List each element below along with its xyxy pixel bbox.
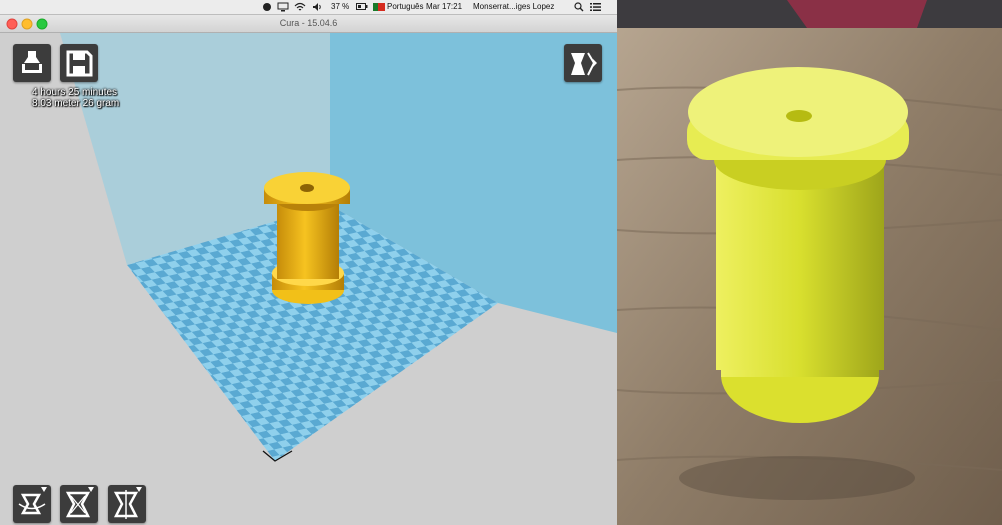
photo-printed-object xyxy=(617,0,1002,525)
input-language[interactable]: Português xyxy=(387,2,423,11)
printed-spool-photo xyxy=(617,0,1002,525)
portugal-flag-icon[interactable] xyxy=(373,3,385,11)
window-title: Cura - 15.04.6 xyxy=(279,18,338,28)
rotate-tool-button[interactable] xyxy=(13,485,51,523)
view-mode-icon xyxy=(571,52,597,76)
save-gcode-button[interactable] xyxy=(60,44,98,82)
menubar-user-name[interactable]: Monserrat...iges Lopez xyxy=(473,2,554,11)
scale-tool-button[interactable] xyxy=(60,485,98,523)
evernote-icon[interactable] xyxy=(262,2,272,12)
view-mode-button[interactable] xyxy=(564,44,602,82)
display-icon[interactable] xyxy=(277,2,289,12)
mac-menu-bar: 37 % Português Mar 17:21 Monserrat...ige… xyxy=(0,0,617,15)
mirror-icon xyxy=(113,487,142,519)
scale-icon xyxy=(65,487,94,518)
spotlight-search-icon[interactable] xyxy=(574,2,584,12)
notification-center-icon[interactable] xyxy=(590,2,602,12)
cura-window: 37 % Português Mar 17:21 Monserrat...ige… xyxy=(0,0,617,525)
battery-percentage[interactable]: 37 % xyxy=(331,2,349,11)
3d-viewport[interactable]: 4 hours 25 minutes 8.03 meter 26 gram xyxy=(0,33,617,525)
load-model-icon xyxy=(22,51,42,73)
volume-icon[interactable] xyxy=(312,2,322,12)
print-time-estimate: 4 hours 25 minutes xyxy=(32,87,118,98)
menubar-clock[interactable]: Mar 17:21 xyxy=(426,2,462,11)
mirror-tool-button[interactable] xyxy=(108,485,146,523)
rotate-icon xyxy=(18,487,47,515)
save-gcode-icon xyxy=(66,50,93,77)
battery-icon[interactable] xyxy=(356,3,368,11)
window-title-bar[interactable]: Cura - 15.04.6 xyxy=(0,15,617,33)
load-model-button[interactable] xyxy=(13,44,51,82)
wifi-icon[interactable] xyxy=(294,2,306,12)
material-estimate: 8.03 meter 26 gram xyxy=(32,98,120,109)
